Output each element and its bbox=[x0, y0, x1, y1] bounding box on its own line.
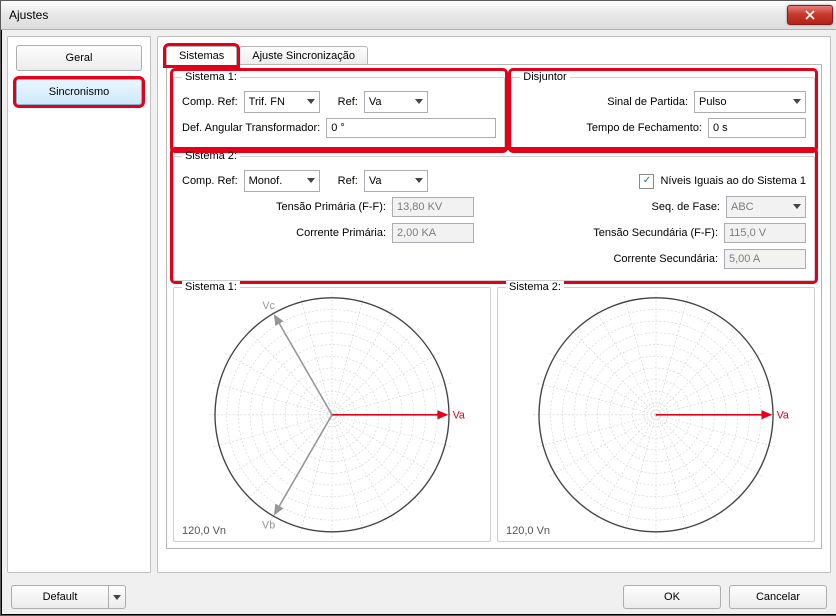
tab-label: Ajuste Sincronização bbox=[252, 50, 355, 62]
label-corrente-secundaria: Corrente Secundária: bbox=[514, 253, 718, 265]
polar-plot-sistema1: Sistema 1: VaVbVc 120,0 Vn bbox=[173, 287, 491, 542]
select-sinal-partida[interactable]: Pulso bbox=[694, 91, 806, 113]
tab-ajuste-sincronizacao[interactable]: Ajuste Sincronização bbox=[239, 46, 368, 65]
tab-sistemas[interactable]: Sistemas bbox=[166, 46, 237, 65]
svg-text:Va: Va bbox=[777, 410, 789, 422]
tab-panel-sistemas: Sistema 1: Comp. Ref: Trif. FN Ref: Va D… bbox=[166, 64, 822, 549]
sidebar-item-geral[interactable]: Geral bbox=[16, 45, 142, 71]
main-panel: Sistemas Ajuste Sincronização Sistema 1:… bbox=[157, 36, 831, 573]
label-def-angular: Def. Angular Transformador: bbox=[182, 122, 320, 134]
default-button[interactable]: Default bbox=[11, 585, 109, 609]
tab-bar: Sistemas Ajuste Sincronização bbox=[166, 43, 822, 65]
polar-title-1: Sistema 1: bbox=[182, 281, 240, 293]
label-seq-fase: Seq. de Fase: bbox=[514, 201, 720, 213]
select-comp-ref-2[interactable]: Monof. bbox=[244, 170, 320, 192]
label-sinal-partida: Sinal de Partida: bbox=[520, 96, 688, 108]
close-icon bbox=[805, 10, 815, 20]
input-def-angular[interactable]: 0 ° bbox=[326, 118, 496, 138]
window-title: Ajustes bbox=[9, 8, 48, 22]
group-legend: Sistema 2: bbox=[182, 150, 240, 162]
input-tensao-primaria: 13,80 KV bbox=[392, 197, 474, 217]
svg-text:Va: Va bbox=[453, 410, 465, 422]
group-sistema2: Sistema 2: Comp. Ref: Monof. Ref: Va Ten… bbox=[173, 150, 815, 281]
label-tensao-secundaria: Tensão Secundária (F-F): bbox=[514, 227, 718, 239]
group-disjuntor: Disjuntor Sinal de Partida: Pulso Tempo … bbox=[511, 71, 815, 150]
sidebar-item-sincronismo[interactable]: Sincronismo bbox=[16, 79, 142, 105]
group-legend: Disjuntor bbox=[520, 71, 569, 83]
default-dropdown[interactable] bbox=[109, 585, 126, 609]
input-tensao-secundaria: 115,0 V bbox=[724, 223, 806, 243]
select-ref-2[interactable]: Va bbox=[364, 170, 428, 192]
dialog-body: Geral Sincronismo Sistemas Ajuste Sincro… bbox=[1, 30, 836, 579]
sidebar: Geral Sincronismo bbox=[7, 36, 151, 573]
label-tempo-fechamento: Tempo de Fechamento: bbox=[520, 122, 702, 134]
group-sistema1: Sistema 1: Comp. Ref: Trif. FN Ref: Va D… bbox=[173, 71, 505, 150]
polar-chart-1: Va Vb Vc bbox=[176, 290, 488, 539]
sidebar-item-label: Geral bbox=[66, 52, 93, 64]
input-tempo-fechamento[interactable]: 0 s bbox=[708, 118, 806, 138]
label-niveis-iguais: Níveis Iguais ao do Sistema 1 bbox=[660, 175, 806, 187]
tab-label: Sistemas bbox=[179, 50, 224, 62]
group-legend: Sistema 1: bbox=[182, 71, 240, 83]
select-comp-ref-1[interactable]: Trif. FN bbox=[244, 91, 320, 113]
ok-button[interactable]: OK bbox=[623, 585, 721, 609]
top-row: Sistema 1: Comp. Ref: Trif. FN Ref: Va D… bbox=[173, 71, 815, 150]
input-corrente-secundaria: 5,00 A bbox=[724, 249, 806, 269]
default-splitbutton[interactable]: Default bbox=[11, 585, 126, 609]
cancel-button[interactable]: Cancelar bbox=[729, 585, 827, 609]
input-corrente-primaria: 2,00 KA bbox=[392, 223, 474, 243]
label-tensao-primaria: Tensão Primária (F-F): bbox=[182, 201, 386, 213]
checkbox-niveis-iguais[interactable]: ✓ bbox=[639, 174, 654, 189]
polar-plots-row: Sistema 1: VaVbVc 120,0 Vn Sistema 2: Va… bbox=[173, 287, 815, 542]
polar-chart-2: Va bbox=[500, 290, 812, 539]
ajustes-dialog: Ajustes Geral Sincronismo Sistemas Ajust… bbox=[0, 0, 836, 616]
label-comp-ref-1: Comp. Ref: bbox=[182, 96, 238, 108]
svg-text:Vc: Vc bbox=[262, 300, 275, 312]
polar-title-2: Sistema 2: bbox=[506, 281, 564, 293]
label-ref-2: Ref: bbox=[338, 175, 358, 187]
title-bar: Ajustes bbox=[1, 1, 836, 30]
polar-scale-2: 120,0 Vn bbox=[506, 525, 550, 537]
close-button[interactable] bbox=[787, 5, 833, 25]
svg-text:Vb: Vb bbox=[262, 519, 275, 531]
polar-scale-1: 120,0 Vn bbox=[182, 525, 226, 537]
label-corrente-primaria: Corrente Primária: bbox=[182, 227, 386, 239]
sidebar-item-label: Sincronismo bbox=[49, 86, 110, 98]
select-seq-fase: ABC bbox=[726, 196, 806, 218]
select-ref-1[interactable]: Va bbox=[364, 91, 428, 113]
dialog-footer: Default OK Cancelar bbox=[1, 579, 836, 615]
label-ref-1: Ref: bbox=[338, 96, 358, 108]
polar-plot-sistema2: Sistema 2: Va 120,0 Vn bbox=[497, 287, 815, 542]
label-comp-ref-2: Comp. Ref: bbox=[182, 175, 238, 187]
